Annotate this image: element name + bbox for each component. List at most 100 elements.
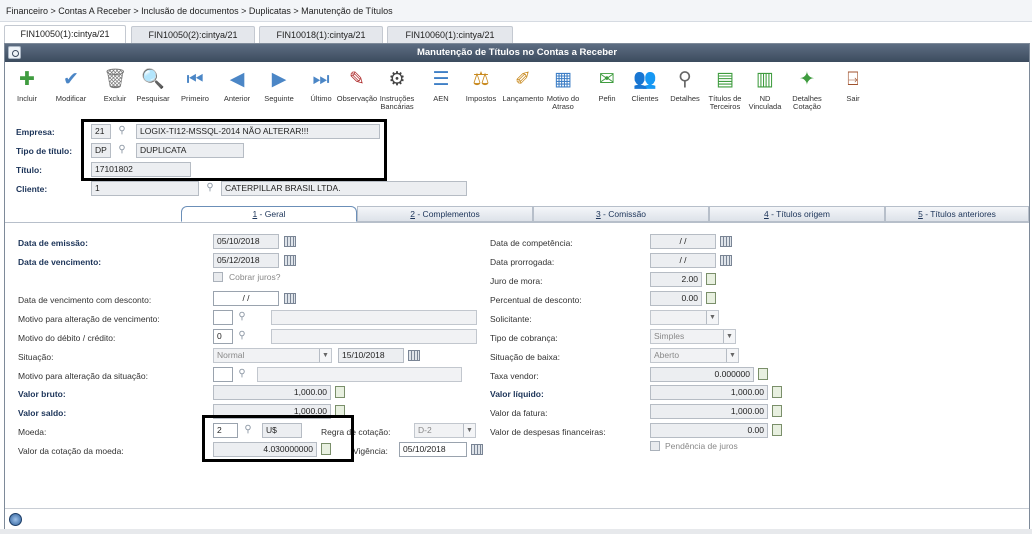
toolbar-button-seguinte[interactable]: ▶ Seguinte	[257, 67, 301, 115]
chevron-down-icon[interactable]: ▼	[723, 330, 735, 343]
data-prorrogada-field[interactable]: / /	[650, 253, 716, 268]
tab-geral[interactable]: 1 - Geral	[181, 206, 357, 222]
motivo-alt-situacao-label: Motivo para alteração da situação:	[18, 371, 148, 381]
toolbar-button-impostos[interactable]: ⚖ Impostos	[459, 67, 503, 115]
data-competencia-field[interactable]: / /	[650, 234, 716, 249]
calendar-icon[interactable]	[284, 293, 296, 304]
perc-desconto-field[interactable]: 0.00	[650, 291, 702, 306]
toolbar-button-instrucoes-bancarias[interactable]: ⚙ Instruções Bancárias	[375, 67, 419, 115]
cobrar-juros-checkbox[interactable]	[213, 272, 223, 282]
valor-cotacao-field[interactable]: 4.030000000	[213, 442, 317, 457]
toolbar-button-detalhes[interactable]: ⚲ Detalhes	[663, 67, 707, 115]
toolbar-button-titulos-de-terceiros[interactable]: ▤ Títulos de Terceiros	[703, 67, 747, 115]
chevron-down-icon[interactable]: ▼	[706, 311, 718, 324]
valor-bruto-field[interactable]: 1,000.00	[213, 385, 331, 400]
toolbar-button-anterior[interactable]: ◀ Anterior	[215, 67, 259, 115]
empresa-name-field: LOGIX-TI12-MSSQL-2014 NÃO ALTERAR!!!	[136, 124, 380, 139]
toolbar-button-label: Modificar	[55, 94, 87, 103]
valor-liquido-label: Valor líquido:	[490, 389, 544, 399]
toolbar-button-clientes[interactable]: 👥 Clientes	[623, 67, 667, 115]
chevron-down-icon[interactable]: ▼	[726, 349, 738, 362]
calculator-icon[interactable]	[772, 405, 782, 417]
valor-liquido-field[interactable]: 1,000.00	[650, 385, 768, 400]
calculator-icon[interactable]	[321, 443, 331, 455]
cliente-code-field[interactable]: 1	[91, 181, 199, 196]
toolbar-button-primeiro[interactable]: ⏮ Primeiro	[173, 67, 217, 115]
motivo-debito-zoom-icon[interactable]: ⚲	[235, 329, 249, 344]
toolbar-button-motivo-do-atraso[interactable]: ▦ Motivo do Atraso	[541, 67, 585, 115]
chevron-down-icon[interactable]: ▼	[319, 349, 331, 362]
calculator-icon[interactable]	[772, 424, 782, 436]
tab-titulos-anteriores[interactable]: 5 - Títulos anteriores	[885, 206, 1029, 222]
toolbar-button-sair[interactable]: ⍈ Sair	[831, 67, 875, 115]
horizontal-scrollbar[interactable]	[0, 529, 1032, 534]
calendar-icon[interactable]	[720, 255, 732, 266]
regra-cotacao-select[interactable]: D-2 ▼	[414, 423, 476, 438]
toolbar-button-label: Pesquisar	[136, 94, 170, 103]
motivo-alt-situacao-code-field[interactable]	[213, 367, 233, 382]
motivo-alt-venc-zoom-icon[interactable]: ⚲	[235, 310, 249, 325]
program-tab-fin10018-1[interactable]: FIN10018(1):cintya/21	[259, 26, 383, 44]
tab-complementos[interactable]: 2 - Complementos	[357, 206, 533, 222]
calculator-icon[interactable]	[706, 292, 716, 304]
calendar-icon[interactable]	[471, 444, 483, 455]
toolbar-button-modificar[interactable]: ✔ Modificar	[49, 67, 93, 115]
calendar-icon[interactable]	[284, 255, 296, 266]
program-tab-fin10050-1[interactable]: FIN10050(1):cintya/21	[4, 25, 126, 44]
tab-comissao[interactable]: 3 - Comissão	[533, 206, 709, 222]
tipo-cobranca-select[interactable]: Simples ▼	[650, 329, 736, 344]
calculator-icon[interactable]	[772, 386, 782, 398]
calculator-icon[interactable]	[758, 368, 768, 380]
calendar-icon[interactable]	[408, 350, 420, 361]
search-icon: 🔍	[141, 69, 165, 90]
empresa-code-field[interactable]: 21	[91, 124, 111, 139]
pendencia-juros-checkbox[interactable]	[650, 441, 660, 451]
valor-saldo-field[interactable]: 1,000.00	[213, 404, 331, 419]
situacao-date-field[interactable]: 15/10/2018	[338, 348, 404, 363]
toolbar-button-pesquisar[interactable]: 🔍 Pesquisar	[131, 67, 175, 115]
solicitante-select[interactable]: ▼	[650, 310, 719, 325]
moeda-zoom-icon[interactable]: ⚲	[241, 423, 255, 438]
moeda-code-field[interactable]: 2	[213, 423, 238, 438]
motivo-alt-venc-desc-field	[271, 310, 477, 325]
calculator-icon[interactable]	[335, 386, 345, 398]
program-tab-fin10050-2[interactable]: FIN10050(2):cintya/21	[131, 26, 255, 44]
motivo-alt-situacao-zoom-icon[interactable]: ⚲	[235, 367, 249, 382]
chevron-down-icon[interactable]: ▼	[463, 424, 475, 437]
toolbar-button-observacao[interactable]: ✎ Observação	[335, 67, 379, 115]
toolbar-button-incluir[interactable]: ✚ Incluir	[5, 67, 49, 115]
pendencia-juros-label: Pendência de juros	[665, 441, 738, 451]
motivo-alt-venc-code-field[interactable]	[213, 310, 233, 325]
calculator-icon[interactable]	[706, 273, 716, 285]
data-vencimento-field[interactable]: 05/12/2018	[213, 253, 279, 268]
cliente-zoom-icon[interactable]: ⚲	[203, 181, 217, 196]
toolbar-button-detalhes-cotacao[interactable]: ✦ Detalhes Cotação	[785, 67, 829, 115]
data-venc-desconto-field[interactable]: / /	[213, 291, 279, 306]
program-tab-fin10060-1[interactable]: FIN10060(1):cintya/21	[387, 26, 513, 44]
tipo-titulo-code-field[interactable]: DP	[91, 143, 111, 158]
tab-titulos-origem[interactable]: 4 - Títulos origem	[709, 206, 885, 222]
taxa-vendor-field[interactable]: 0.000000	[650, 367, 754, 382]
calculator-icon[interactable]	[335, 405, 345, 417]
trash-icon: 🗑	[102, 69, 128, 90]
motivo-debito-code-field[interactable]: 0	[213, 329, 233, 344]
globe-icon[interactable]	[9, 513, 22, 526]
vigencia-field[interactable]: 05/10/2018	[399, 442, 467, 457]
toolbar-button-nd-vinculada[interactable]: ▥ ND Vinculada	[743, 67, 787, 115]
toolbar-button-lancamento[interactable]: ✐ Lançamento	[501, 67, 545, 115]
situacao-baixa-select[interactable]: Aberto ▼	[650, 348, 739, 363]
data-emissao-field[interactable]: 05/10/2018	[213, 234, 279, 249]
calendar-icon[interactable]	[720, 236, 732, 247]
calendar-icon[interactable]	[284, 236, 296, 247]
tipo-titulo-zoom-icon[interactable]: ⚲	[115, 143, 129, 158]
juro-mora-field[interactable]: 2.00	[650, 272, 702, 287]
despesas-financeiras-field[interactable]: 0.00	[650, 423, 768, 438]
window-menu-icon[interactable]	[8, 46, 21, 59]
toolbar-button-label: Anterior	[223, 94, 251, 103]
titulo-field[interactable]: 17101802	[91, 162, 191, 177]
motivo-debito-label: Motivo do débito / crédito:	[18, 333, 116, 343]
toolbar-button-aen[interactable]: ☰ AEN	[419, 67, 463, 115]
empresa-zoom-icon[interactable]: ⚲	[115, 124, 129, 139]
valor-fatura-field[interactable]: 1,000.00	[650, 404, 768, 419]
situacao-select[interactable]: Normal ▼	[213, 348, 332, 363]
